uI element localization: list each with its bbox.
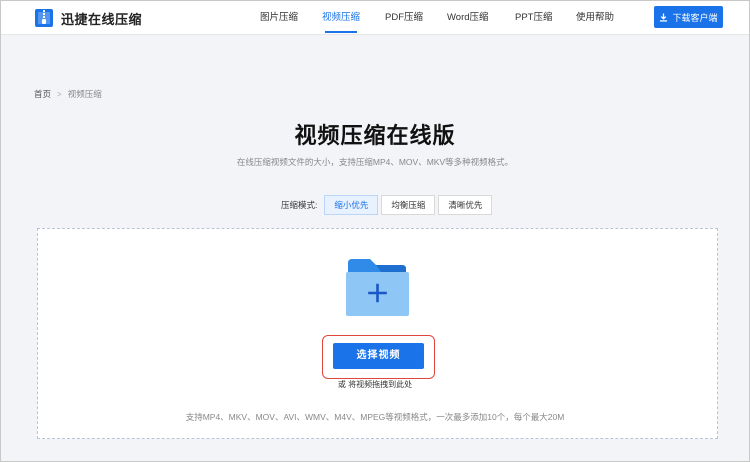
drag-hint-text: 或 将视频拖拽到此处 (337, 380, 413, 389)
download-client-label: 下载客户端 (672, 12, 718, 23)
breadcrumb: 首页 > 视频压缩 (34, 88, 102, 100)
mode-option-clarity[interactable]: 清晰优先 (438, 195, 493, 215)
page-subtitle: 在线压缩视频文件的大小，支持压缩MP4、MOV、MKV等多种视频格式。 (236, 157, 514, 167)
mode-option-smallest[interactable]: 缩小优先 (324, 195, 379, 215)
nav-image-compress[interactable]: 图片压缩 (260, 0, 298, 35)
nav-word-compress[interactable]: Word压缩 (447, 0, 489, 35)
site-logo[interactable]: 迅捷在线压缩 (34, 8, 142, 28)
zip-file-icon (34, 8, 54, 28)
nav-help[interactable]: 使用帮助 (576, 0, 614, 35)
supported-formats-text: 支持MP4、MKV、MOV、AVI、WMV、M4V、MPEG等视频格式，一次最多… (185, 412, 565, 422)
folder-add-icon[interactable] (346, 257, 409, 316)
download-client-button[interactable]: 下载客户端 (654, 6, 723, 28)
page-title: 视频压缩在线版 (294, 123, 456, 148)
nav-pdf-compress[interactable]: PDF压缩 (385, 0, 423, 35)
top-header: 迅捷在线压缩 图片压缩 视频压缩 PDF压缩 Word压缩 PPT压缩 使用帮助… (0, 0, 750, 35)
breadcrumb-home[interactable]: 首页 (34, 88, 51, 100)
mode-option-balanced[interactable]: 均衡压缩 (381, 195, 436, 215)
compress-mode-selector: 压缩模式: 缩小优先 均衡压缩 清晰优先 (281, 195, 493, 215)
download-icon (660, 12, 668, 22)
breadcrumb-separator: > (57, 89, 62, 99)
select-video-button[interactable]: 选择视频 (333, 343, 424, 369)
nav-video-compress[interactable]: 视频压缩 (322, 0, 360, 35)
compress-mode-label: 压缩模式: (281, 200, 318, 210)
breadcrumb-current: 视频压缩 (67, 89, 102, 99)
logo-text: 迅捷在线压缩 (61, 11, 143, 27)
nav-ppt-compress[interactable]: PPT压缩 (515, 0, 552, 35)
